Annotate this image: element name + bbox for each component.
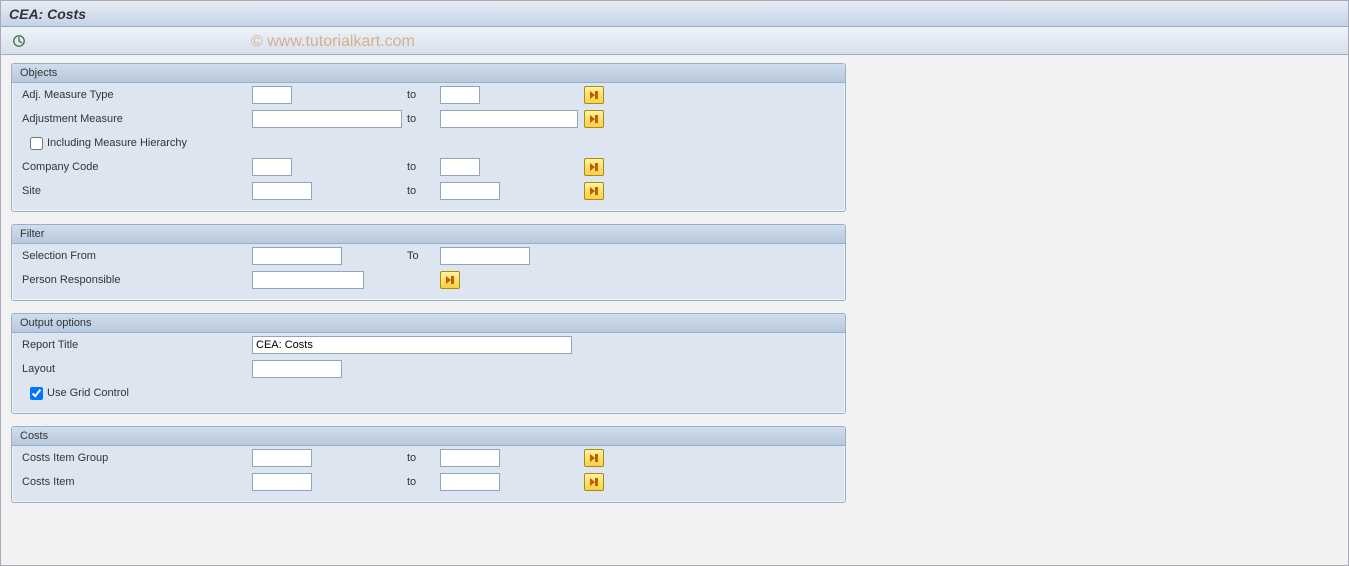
to-label: to [407,476,440,488]
row-use-grid: Use Grid Control [12,381,845,405]
window-title-bar: CEA: Costs [1,1,1348,27]
arrow-right-icon [589,477,599,487]
label-layout: Layout [22,363,252,375]
row-layout: Layout [12,357,845,381]
arrow-right-icon [589,453,599,463]
site-to[interactable] [440,182,500,200]
row-site: Site to [12,179,845,203]
to-label: to [407,452,440,464]
label-use-grid: Use Grid Control [47,387,129,399]
arrow-right-icon [589,90,599,100]
label-costs-item: Costs Item [22,476,252,488]
multiple-selection-button[interactable] [584,86,604,104]
row-costs-item: Costs Item to [12,470,845,494]
label-report-title: Report Title [22,339,252,351]
to-label: to [407,161,440,173]
group-objects: Objects Adj. Measure Type to Adjustment … [11,63,846,212]
row-including-hierarchy: Including Measure Hierarchy [12,131,845,155]
costs-item-group-from[interactable] [252,449,312,467]
arrow-right-icon [589,114,599,124]
to-label: To [407,250,440,262]
costs-item-to[interactable] [440,473,500,491]
adj-measure-type-from[interactable] [252,86,292,104]
use-grid-checkbox[interactable] [30,387,43,400]
row-company-code: Company Code to [12,155,845,179]
row-report-title: Report Title [12,333,845,357]
selection-to-input[interactable] [440,247,530,265]
company-code-to[interactable] [440,158,480,176]
group-output-options: Output options Report Title Layout Use G… [11,313,846,414]
person-responsible-input[interactable] [252,271,364,289]
row-adj-measure-type: Adj. Measure Type to [12,83,845,107]
multiple-selection-button[interactable] [440,271,460,289]
arrow-right-icon [445,275,455,285]
layout-input[interactable] [252,360,342,378]
to-label: to [407,89,440,101]
multiple-selection-button[interactable] [584,110,604,128]
adj-measure-type-to[interactable] [440,86,480,104]
adjustment-measure-to[interactable] [440,110,578,128]
selection-from-input[interactable] [252,247,342,265]
page-title: CEA: Costs [9,6,86,22]
label-adjustment-measure: Adjustment Measure [22,113,252,125]
label-selection-from: Selection From [22,250,252,262]
including-hierarchy-checkbox[interactable] [30,137,43,150]
group-filter: Filter Selection From To Person Responsi… [11,224,846,301]
content-area: Objects Adj. Measure Type to Adjustment … [1,55,1348,523]
adjustment-measure-from[interactable] [252,110,402,128]
clock-execute-icon [12,34,26,48]
row-costs-item-group: Costs Item Group to [12,446,845,470]
multiple-selection-button[interactable] [584,449,604,467]
group-header-objects: Objects [12,64,845,83]
app-window: CEA: Costs © www.tutorialkart.com Object… [0,0,1349,566]
label-adj-measure-type: Adj. Measure Type [22,89,252,101]
arrow-right-icon [589,162,599,172]
label-person-responsible: Person Responsible [22,274,252,286]
execute-button[interactable] [9,31,29,51]
multiple-selection-button[interactable] [584,182,604,200]
toolbar [1,27,1348,55]
group-header-costs: Costs [12,427,845,446]
label-including-hierarchy: Including Measure Hierarchy [47,137,187,149]
company-code-from[interactable] [252,158,292,176]
to-label: to [407,113,440,125]
multiple-selection-button[interactable] [584,473,604,491]
row-person-responsible: Person Responsible [12,268,845,292]
label-company-code: Company Code [22,161,252,173]
arrow-right-icon [589,186,599,196]
row-adjustment-measure: Adjustment Measure to [12,107,845,131]
multiple-selection-button[interactable] [584,158,604,176]
costs-item-from[interactable] [252,473,312,491]
group-header-output: Output options [12,314,845,333]
to-label: to [407,185,440,197]
group-header-filter: Filter [12,225,845,244]
group-costs: Costs Costs Item Group to Costs Item to [11,426,846,503]
site-from[interactable] [252,182,312,200]
label-costs-item-group: Costs Item Group [22,452,252,464]
report-title-input[interactable] [252,336,572,354]
label-site: Site [22,185,252,197]
costs-item-group-to[interactable] [440,449,500,467]
row-selection-from: Selection From To [12,244,845,268]
